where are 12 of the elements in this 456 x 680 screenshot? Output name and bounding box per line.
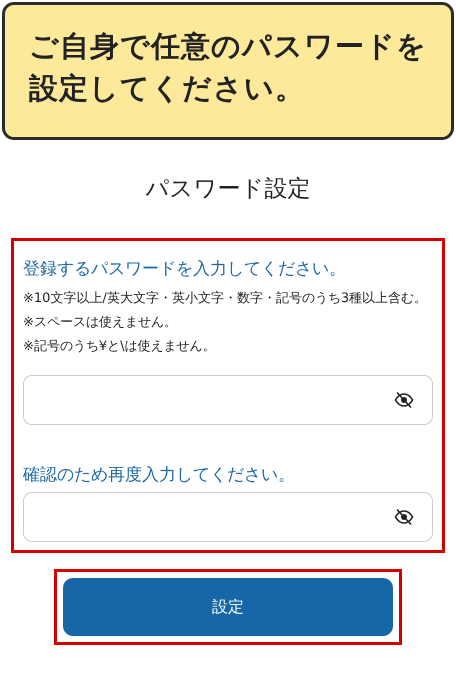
submit-button[interactable]: 設定: [63, 578, 393, 636]
eye-slash-icon[interactable]: [394, 508, 414, 526]
password-field[interactable]: [23, 374, 433, 424]
note-text: ※スペースは使えません。: [23, 314, 178, 332]
note-text: ※10文字以上/英大文字・英小文字・数字・記号のうち3種以上含む。: [23, 290, 428, 308]
field-label: 確認のため再度入力してください。: [23, 464, 296, 486]
page-title: パスワード設定: [144, 176, 312, 204]
instruction-banner: ご自身で任意のパスワードを設定してください。: [2, 2, 454, 140]
password-field[interactable]: [23, 492, 433, 542]
field-label: 登録するパスワードを入力してください。: [23, 258, 347, 281]
note-text: ※記号のうち¥と\は使えません。: [23, 338, 217, 356]
eye-slash-icon[interactable]: [394, 390, 414, 408]
